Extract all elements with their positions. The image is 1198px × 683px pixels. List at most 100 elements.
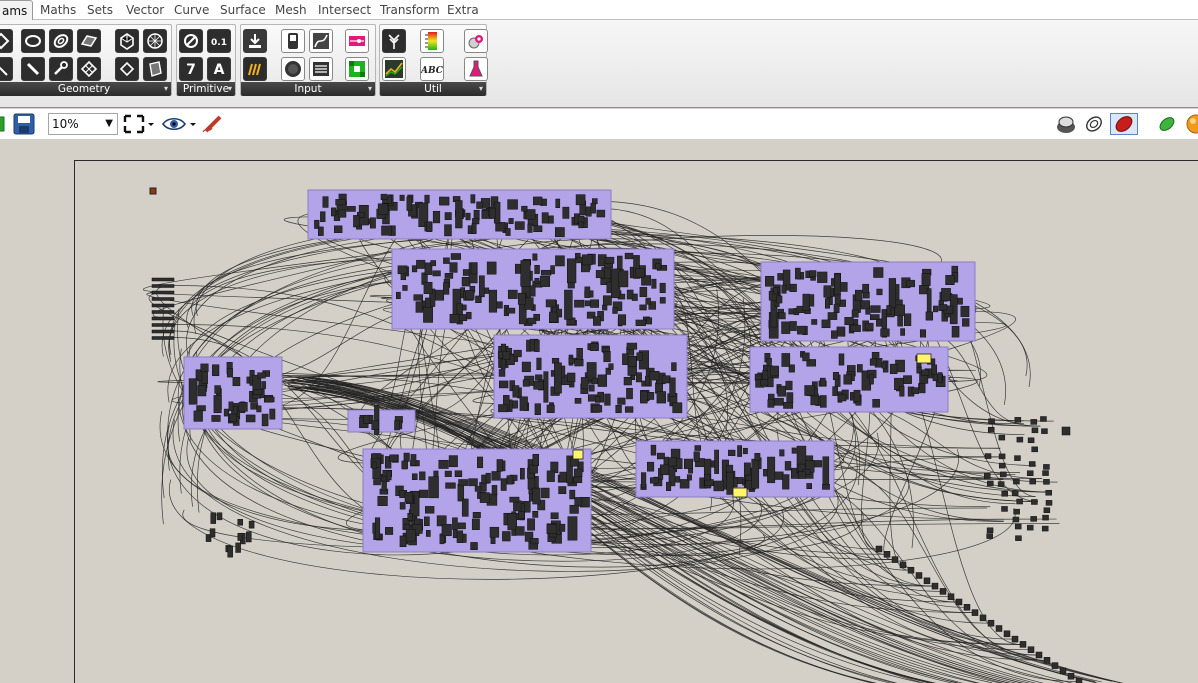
component-node[interactable] xyxy=(213,395,222,414)
component-node[interactable] xyxy=(322,196,329,208)
component-node[interactable] xyxy=(951,326,960,338)
output-node[interactable] xyxy=(1043,479,1050,485)
component-node[interactable] xyxy=(684,458,693,469)
output-node[interactable] xyxy=(1014,417,1022,423)
zoom-extents-icon[interactable] xyxy=(122,113,154,135)
output-node[interactable] xyxy=(1014,523,1022,530)
component-node[interactable] xyxy=(622,353,629,365)
component-node[interactable] xyxy=(444,273,454,279)
component-node[interactable] xyxy=(778,312,786,320)
component-node[interactable] xyxy=(831,330,838,339)
component-node[interactable] xyxy=(439,196,450,206)
output-node[interactable] xyxy=(1014,455,1021,461)
component-node[interactable] xyxy=(574,299,585,308)
component-node[interactable] xyxy=(443,282,450,295)
gradient-icon[interactable] xyxy=(420,29,444,53)
line-param-icon[interactable] xyxy=(0,57,13,81)
component-node[interactable] xyxy=(781,321,791,334)
component-node[interactable] xyxy=(499,380,509,389)
component-node[interactable] xyxy=(261,381,266,389)
component-node[interactable] xyxy=(603,351,611,363)
component-node[interactable] xyxy=(853,389,861,402)
output-chain-node[interactable] xyxy=(1051,662,1059,669)
output-chain-node[interactable] xyxy=(1011,635,1019,643)
number-slider-icon[interactable] xyxy=(345,29,369,53)
component-node[interactable] xyxy=(232,377,241,387)
tab-mesh[interactable]: Mesh xyxy=(270,0,312,20)
component-node[interactable] xyxy=(562,206,570,219)
component-node[interactable] xyxy=(533,381,544,390)
component-node[interactable] xyxy=(413,294,423,301)
component-node[interactable] xyxy=(496,459,503,472)
component-node[interactable] xyxy=(474,486,482,492)
component-node[interactable] xyxy=(450,253,461,260)
component-node[interactable] xyxy=(338,209,347,218)
component-node[interactable] xyxy=(533,196,543,206)
component-node[interactable] xyxy=(854,289,863,301)
component-node[interactable] xyxy=(851,309,859,318)
component-node[interactable] xyxy=(574,358,584,367)
component-node[interactable] xyxy=(693,451,700,462)
component-node[interactable] xyxy=(491,471,501,481)
component-node[interactable] xyxy=(567,372,576,383)
output-node[interactable] xyxy=(1061,426,1071,436)
component-node[interactable] xyxy=(416,259,426,269)
component-node[interactable] xyxy=(728,449,736,456)
component-node[interactable] xyxy=(921,369,930,376)
output-chain-node[interactable] xyxy=(883,551,891,558)
galapagos-icon[interactable] xyxy=(464,29,488,53)
yellow-panel[interactable] xyxy=(572,449,584,460)
component-node[interactable] xyxy=(659,297,666,304)
output-chain-node[interactable] xyxy=(1067,672,1075,680)
component-node[interactable] xyxy=(475,295,482,303)
component-node[interactable] xyxy=(869,374,874,385)
component-node[interactable] xyxy=(210,512,217,524)
output-node[interactable] xyxy=(988,418,995,424)
tab-transform[interactable]: Transform xyxy=(375,0,445,20)
component-node[interactable] xyxy=(645,297,651,305)
output-chain-node[interactable] xyxy=(979,614,987,622)
component-node[interactable] xyxy=(666,481,672,491)
component-node[interactable] xyxy=(237,532,244,541)
component-node[interactable] xyxy=(532,511,539,518)
component-node[interactable] xyxy=(661,375,671,384)
component-node[interactable] xyxy=(713,480,725,492)
component-node[interactable] xyxy=(631,293,638,301)
component-node[interactable] xyxy=(809,270,817,277)
tab-params[interactable]: ams xyxy=(0,0,34,20)
component-node[interactable] xyxy=(779,449,785,457)
component-node[interactable] xyxy=(594,396,601,403)
component-node[interactable] xyxy=(534,403,541,416)
component-node[interactable] xyxy=(197,385,207,397)
component-node[interactable] xyxy=(426,221,433,233)
component-node[interactable] xyxy=(751,458,760,489)
component-node[interactable] xyxy=(489,526,500,538)
component-node[interactable] xyxy=(694,445,701,451)
component-node[interactable] xyxy=(457,522,466,530)
output-node[interactable] xyxy=(1031,446,1038,453)
component-node[interactable] xyxy=(899,385,905,397)
component-node[interactable] xyxy=(489,207,496,219)
output-node[interactable] xyxy=(984,453,992,459)
twisted-box-param-icon[interactable] xyxy=(143,57,167,81)
component-node[interactable] xyxy=(491,485,498,496)
component-node[interactable] xyxy=(767,456,776,484)
component-node[interactable] xyxy=(777,385,786,397)
component-node[interactable] xyxy=(870,305,881,313)
component-node[interactable] xyxy=(252,374,262,399)
component-node[interactable] xyxy=(925,311,934,321)
component-node[interactable] xyxy=(444,224,452,237)
output-node[interactable] xyxy=(1031,499,1038,505)
component-node[interactable] xyxy=(540,269,552,276)
component-node[interactable] xyxy=(520,260,531,287)
component-node[interactable] xyxy=(754,453,761,462)
component-node[interactable] xyxy=(495,222,506,232)
component-node[interactable] xyxy=(472,218,480,225)
output-node[interactable] xyxy=(1040,416,1047,422)
output-node[interactable] xyxy=(1011,490,1019,496)
component-node[interactable] xyxy=(576,348,583,360)
component-node[interactable] xyxy=(865,322,874,331)
component-node[interactable] xyxy=(900,328,905,336)
flask-icon[interactable] xyxy=(464,57,488,81)
output-node[interactable] xyxy=(998,462,1006,469)
